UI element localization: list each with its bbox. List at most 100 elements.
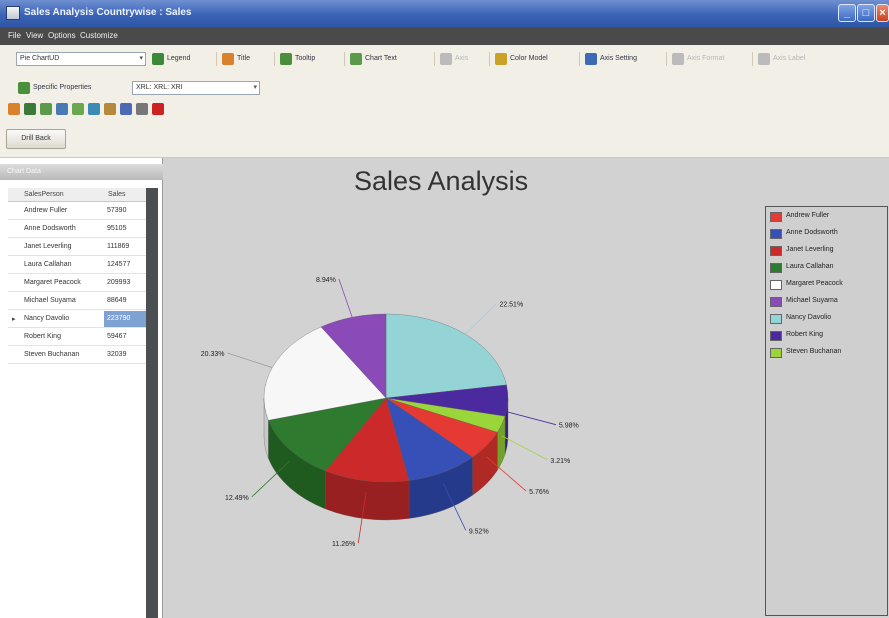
color-model-button[interactable]: Color Model bbox=[495, 52, 548, 66]
chart-type-value: Pie ChartUD bbox=[20, 55, 60, 62]
chart-wizard-icon[interactable] bbox=[72, 103, 84, 115]
chart-legend: Andrew Fuller Anne Dodsworth Janet Leverli… bbox=[765, 206, 888, 616]
table-row[interactable]: Steven Buchanan 32039 bbox=[8, 347, 146, 364]
tool-label: Chart Text bbox=[365, 55, 397, 62]
legend-icon bbox=[152, 53, 164, 65]
save-icon[interactable] bbox=[24, 103, 36, 115]
tool-label: Axis Label bbox=[773, 55, 806, 62]
legend-button[interactable]: Legend bbox=[152, 52, 190, 66]
print-icon[interactable] bbox=[136, 103, 148, 115]
cell-sales[interactable]: 88649 bbox=[104, 293, 146, 309]
cell-salesperson[interactable]: Margaret Peacock bbox=[24, 279, 81, 286]
cell-salesperson[interactable]: Anne Dodsworth bbox=[24, 225, 76, 232]
legend-label: Janet Leverling bbox=[786, 246, 834, 253]
table-row[interactable]: Michael Suyama 88649 bbox=[8, 293, 146, 310]
chevron-down-icon: ▾ bbox=[253, 84, 257, 91]
data-label: 22.51% bbox=[499, 302, 523, 309]
leader-line bbox=[507, 411, 557, 426]
table-row[interactable]: Margaret Peacock 209993 bbox=[8, 275, 146, 292]
legend-swatch bbox=[770, 263, 782, 273]
legend-swatch bbox=[770, 348, 782, 358]
cell-sales[interactable]: 223790 bbox=[104, 311, 146, 327]
menu-customize[interactable]: Customize bbox=[80, 31, 118, 40]
table-row[interactable]: Janet Leverling 111869 bbox=[8, 239, 146, 256]
table-row[interactable]: Robert King 59467 bbox=[8, 329, 146, 346]
menu-bar: File View Options Customize bbox=[0, 27, 889, 45]
menu-view[interactable]: View bbox=[26, 31, 43, 40]
cell-sales[interactable]: 32039 bbox=[104, 347, 146, 363]
axis-label-button[interactable]: Axis Label bbox=[758, 52, 805, 66]
menu-file[interactable]: File bbox=[8, 31, 21, 40]
table-row[interactable]: Laura Callahan 124577 bbox=[8, 257, 146, 274]
grid-icon[interactable] bbox=[120, 103, 132, 115]
table-row[interactable]: ▸ Nancy Davolio 223790 bbox=[8, 311, 146, 328]
toolbar-separator bbox=[274, 52, 275, 66]
cell-salesperson[interactable]: Janet Leverling bbox=[24, 243, 71, 250]
cell-sales[interactable]: 111869 bbox=[104, 239, 146, 255]
cell-sales[interactable]: 95105 bbox=[104, 221, 146, 237]
data-label: 20.33% bbox=[201, 351, 225, 358]
cell-sales[interactable]: 124577 bbox=[104, 257, 146, 273]
minimize-button[interactable]: _ bbox=[838, 4, 856, 22]
column-header-sales[interactable]: Sales bbox=[108, 191, 126, 198]
tool-label: Axis Format bbox=[687, 55, 725, 62]
cell-salesperson[interactable]: Robert King bbox=[24, 333, 61, 340]
column-header-salesperson[interactable]: SalesPerson bbox=[24, 191, 64, 198]
axis-button[interactable]: Axis bbox=[440, 52, 468, 66]
toolbar-row-4: Drill Back bbox=[0, 129, 889, 151]
chevron-down-icon: ▾ bbox=[139, 55, 143, 62]
chart-text-button[interactable]: Chart Text bbox=[350, 52, 397, 66]
chart-type-combo[interactable]: Pie ChartUD ▾ bbox=[16, 52, 146, 66]
data-label: 5.76% bbox=[529, 489, 549, 496]
toolbar-row-2: Specific Properties XRL: XRL: XRI ▾ bbox=[0, 77, 889, 99]
menu-options[interactable]: Options bbox=[48, 31, 76, 40]
cell-sales[interactable]: 209993 bbox=[104, 275, 146, 291]
legend-label: Margaret Peacock bbox=[786, 280, 843, 287]
tooltip-button[interactable]: Tooltip bbox=[280, 52, 315, 66]
tooltip-icon bbox=[280, 53, 292, 65]
row-indicator-icon: ▸ bbox=[12, 316, 16, 323]
legend-label: Anne Dodsworth bbox=[786, 229, 838, 236]
axis-format-button[interactable]: Axis Format bbox=[672, 52, 724, 66]
paint-icon[interactable] bbox=[104, 103, 116, 115]
drill-back-button[interactable]: Drill Back bbox=[6, 129, 66, 149]
table-row[interactable]: Anne Dodsworth 95105 bbox=[8, 221, 146, 238]
cell-salesperson[interactable]: Laura Callahan bbox=[24, 261, 71, 268]
specific-properties-button[interactable]: Specific Properties bbox=[18, 81, 91, 95]
help-icon[interactable] bbox=[152, 103, 164, 115]
title-icon bbox=[222, 53, 234, 65]
axis-setting-button[interactable]: Axis Setting bbox=[585, 52, 637, 66]
toolbar-separator bbox=[489, 52, 490, 66]
axis-icon bbox=[440, 53, 452, 65]
tool-label: Title bbox=[237, 55, 250, 62]
cell-salesperson[interactable]: Andrew Fuller bbox=[24, 207, 67, 214]
cell-salesperson[interactable]: Nancy Davolio bbox=[24, 315, 69, 322]
cell-salesperson[interactable]: Steven Buchanan bbox=[24, 351, 79, 358]
toolbar-area: Pie ChartUD ▾ Legend Title Tooltip Chart Te… bbox=[0, 45, 889, 158]
size-combo[interactable]: XRL: XRL: XRI ▾ bbox=[132, 81, 260, 95]
vertical-scrollbar[interactable] bbox=[146, 188, 158, 618]
legend-label: Andrew Fuller bbox=[786, 212, 830, 219]
pie-chart[interactable]: 22.51% 5.98% 3.21% 5.76% 9.52% 11.26% 12.49% 20… bbox=[164, 158, 764, 618]
maximize-button[interactable]: □ bbox=[857, 4, 875, 22]
data-label: 11.26% bbox=[332, 541, 355, 548]
undo-icon[interactable] bbox=[56, 103, 68, 115]
data-label: 8.94% bbox=[316, 277, 336, 284]
axis-format-icon bbox=[672, 53, 684, 65]
cell-sales[interactable]: 59467 bbox=[104, 329, 146, 345]
data-label: 9.52% bbox=[469, 528, 489, 535]
cell-sales[interactable]: 57390 bbox=[104, 203, 146, 219]
close-button[interactable]: × bbox=[876, 4, 889, 22]
export-icon[interactable] bbox=[40, 103, 52, 115]
legend-label: Steven Buchanan bbox=[786, 348, 842, 355]
properties-icon bbox=[18, 82, 30, 94]
open-icon[interactable] bbox=[8, 103, 20, 115]
pie-slice[interactable] bbox=[385, 313, 507, 399]
title-button[interactable]: Title bbox=[222, 52, 250, 66]
tool-label: Tooltip bbox=[295, 55, 316, 62]
cell-salesperson[interactable]: Michael Suyama bbox=[24, 297, 76, 304]
size-combo-value: XRL: XRL: XRI bbox=[136, 84, 183, 91]
legend-swatch bbox=[770, 331, 782, 341]
table-row[interactable]: Andrew Fuller 57390 bbox=[8, 203, 146, 220]
drill-icon[interactable] bbox=[88, 103, 100, 115]
